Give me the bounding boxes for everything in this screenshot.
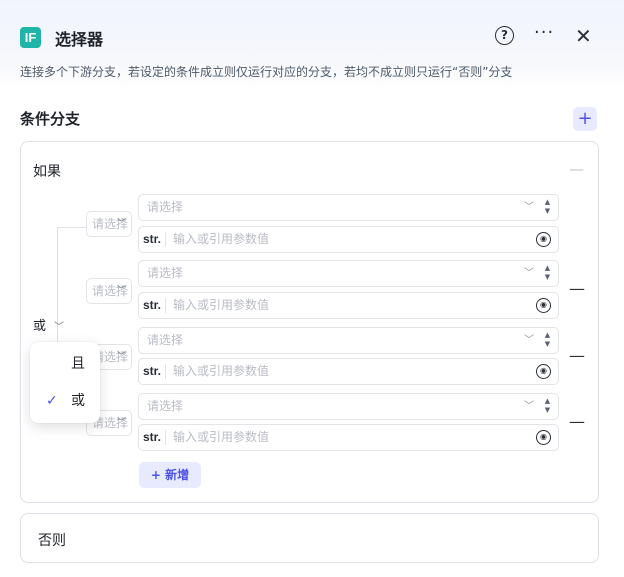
tree-connector xyxy=(57,227,87,228)
add-condition-button[interactable]: + 新增 xyxy=(139,462,201,488)
logic-option-or[interactable]: ✓ 或 xyxy=(30,386,100,416)
add-branch-button[interactable]: + xyxy=(573,107,597,131)
selector-node-logo: IF xyxy=(20,27,41,48)
if-branch-title: 如果 xyxy=(33,164,61,180)
chevron-down-icon: ﹀ xyxy=(524,268,534,279)
collapse-icon[interactable]: — xyxy=(569,160,584,178)
sort-updown-icon[interactable]: ▲ ▼ xyxy=(543,331,552,349)
chevron-down-icon: ﹀ xyxy=(116,219,126,229)
condition-operator-select[interactable]: 请选择 ﹀ ▲ ▼ xyxy=(138,194,559,221)
condition-value-input[interactable]: str. 输入或引用参数值 ◉ xyxy=(138,292,559,319)
more-horizontal-icon[interactable]: ··· xyxy=(534,22,554,43)
condition-operator-select[interactable]: 请选择 ﹀ ▲ ▼ xyxy=(138,260,559,287)
condition-value-input[interactable]: str. 输入或引用参数值 ◉ xyxy=(138,358,559,385)
reference-icon[interactable]: ◉ xyxy=(536,364,551,379)
check-icon: ✓ xyxy=(46,393,58,409)
else-branch-title: 否则 xyxy=(38,533,66,549)
divider xyxy=(165,364,166,379)
remove-condition-button[interactable]: — xyxy=(569,346,585,365)
logic-operator-value: 或 xyxy=(33,319,47,334)
remove-condition-button[interactable]: — xyxy=(569,412,585,431)
logic-operator-select[interactable]: 或 ﹀ xyxy=(33,315,64,334)
sort-updown-icon[interactable]: ▲ ▼ xyxy=(543,198,552,216)
condition-variable-select[interactable]: 请选择 ﹀ xyxy=(86,278,132,304)
logic-option-and[interactable]: 且 xyxy=(30,349,100,379)
condition-value-input[interactable]: str. 输入或引用参数值 ◉ xyxy=(138,226,559,253)
header-bar: IF 选择器 ? ··· ✕ 连接多个下游分支，若设定的条件成立则仅运行对应的分… xyxy=(0,0,624,90)
condition-operator-select[interactable]: 请选择 ﹀ ▲ ▼ xyxy=(138,393,559,420)
value-type-tag[interactable]: str. xyxy=(143,227,161,252)
divider xyxy=(165,430,166,445)
condition-variable-select[interactable]: 请选择 ﹀ xyxy=(86,211,132,237)
chevron-down-icon: ﹀ xyxy=(116,418,126,428)
reference-icon[interactable]: ◉ xyxy=(536,298,551,313)
help-circle-icon[interactable]: ? xyxy=(495,26,514,45)
section-title: 条件分支 xyxy=(20,110,81,128)
chevron-down-icon: ﹀ xyxy=(116,286,126,296)
chevron-down-icon: ﹀ xyxy=(116,352,126,362)
chevron-down-icon: ﹀ xyxy=(524,202,534,213)
logic-operator-dropdown: 且 ✓ 或 xyxy=(30,342,100,423)
value-type-tag[interactable]: str. xyxy=(143,293,161,318)
condition-operator-select[interactable]: 请选择 ﹀ ▲ ▼ xyxy=(138,327,559,354)
reference-icon[interactable]: ◉ xyxy=(536,430,551,445)
close-icon[interactable]: ✕ xyxy=(575,24,592,48)
node-description: 连接多个下游分支，若设定的条件成立则仅运行对应的分支，若均不成立则只运行“否则”… xyxy=(20,65,513,79)
chevron-down-icon: ﹀ xyxy=(524,401,534,412)
node-title[interactable]: 选择器 xyxy=(55,26,103,50)
value-type-tag[interactable]: str. xyxy=(143,359,161,384)
divider xyxy=(165,298,166,313)
divider xyxy=(165,232,166,247)
chevron-down-icon: ﹀ xyxy=(524,335,534,346)
condition-value-input[interactable]: str. 输入或引用参数值 ◉ xyxy=(138,424,559,451)
remove-condition-button[interactable]: — xyxy=(569,279,585,298)
sort-updown-icon[interactable]: ▲ ▼ xyxy=(543,264,552,282)
value-type-tag[interactable]: str. xyxy=(143,425,161,450)
chevron-down-icon: ﹀ xyxy=(54,322,65,333)
reference-icon[interactable]: ◉ xyxy=(536,232,551,247)
else-branch-card xyxy=(20,513,599,563)
sort-updown-icon[interactable]: ▲ ▼ xyxy=(543,397,552,415)
